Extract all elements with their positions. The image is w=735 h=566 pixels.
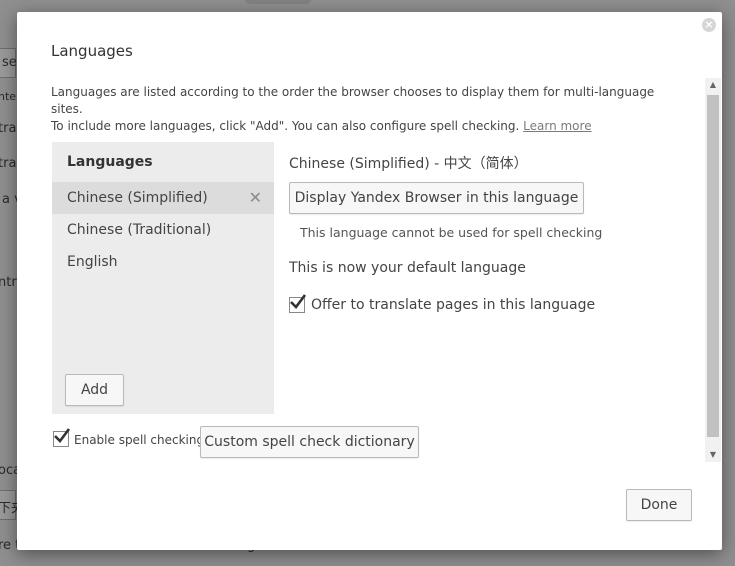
remove-icon[interactable]: ✕ — [249, 182, 262, 214]
intro-line-2-wrap: To include more languages, click "Add". … — [51, 118, 681, 135]
language-item-chinese-traditional[interactable]: Chinese (Traditional) — [52, 214, 274, 246]
display-in-language-button[interactable]: Display Yandex Browser in this language — [289, 182, 584, 214]
language-item-label: English — [67, 254, 118, 270]
close-icon[interactable]: × — [702, 18, 716, 32]
checkmark-icon — [290, 294, 307, 309]
offer-translate-checkbox[interactable] — [289, 294, 307, 313]
background-text-tra-2: tra — [0, 156, 17, 171]
background-text-tra-1: tra — [0, 121, 17, 136]
selected-language-name: Chinese (Simplified) - 中文（简体） — [289, 156, 528, 172]
scrollbar[interactable]: ▲ ▼ — [705, 78, 721, 462]
scroll-up-arrow-icon[interactable]: ▲ — [705, 78, 721, 92]
language-list-panel: Languages Chinese (Simplified) ✕ Chinese… — [52, 142, 274, 414]
language-item-label: Chinese (Traditional) — [67, 222, 212, 238]
language-item-chinese-simplified[interactable]: Chinese (Simplified) ✕ — [52, 182, 274, 214]
spell-check-note: This language cannot be used for spell c… — [300, 225, 603, 240]
checkmark-icon — [54, 428, 71, 443]
dialog-title: Languages — [51, 42, 133, 60]
default-language-note: This is now your default language — [289, 260, 526, 276]
dialog-intro: Languages are listed according to the or… — [51, 84, 681, 135]
language-item-english[interactable]: English — [52, 246, 274, 278]
enable-spell-checking-checkbox[interactable] — [53, 428, 71, 447]
enable-spell-checking-label[interactable]: Enable spell checking — [74, 433, 204, 447]
done-button[interactable]: Done — [626, 489, 692, 521]
languages-dialog: × Languages Languages are listed accordi… — [17, 12, 722, 550]
intro-line-2: To include more languages, click "Add". … — [51, 119, 520, 133]
background-pill — [245, 0, 311, 4]
background-text-ntr: ntr — [0, 275, 17, 290]
language-item-label: Chinese (Simplified) — [67, 190, 208, 206]
language-list-header: Languages — [67, 154, 153, 170]
intro-line-1: Languages are listed according to the or… — [51, 85, 655, 116]
custom-dictionary-button[interactable]: Custom spell check dictionary — [200, 426, 419, 458]
scroll-down-arrow-icon[interactable]: ▼ — [705, 448, 721, 462]
add-language-button[interactable]: Add — [65, 374, 124, 406]
learn-more-link[interactable]: Learn more — [523, 119, 591, 133]
offer-translate-label[interactable]: Offer to translate pages in this languag… — [311, 297, 595, 313]
scrollbar-thumb[interactable] — [707, 95, 719, 437]
background-text-se: se — [2, 55, 17, 70]
